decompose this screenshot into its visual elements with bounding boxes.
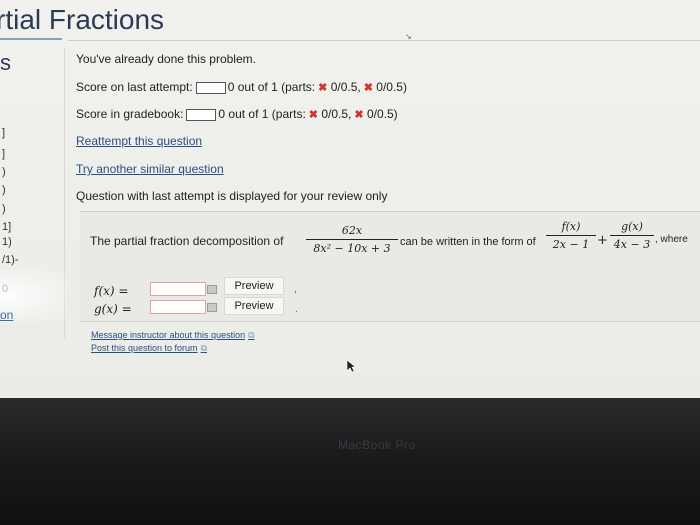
sidebar-item[interactable]: 1) <box>2 236 12 248</box>
question-middle: can be written in the form of <box>400 236 536 248</box>
g-numerator: g(x) <box>621 220 643 233</box>
separator-dot: , <box>294 284 297 295</box>
sidebar-rule <box>0 38 62 40</box>
sidebar-item[interactable]: ) <box>2 184 6 196</box>
sidebar-item[interactable]: ] <box>2 127 5 139</box>
g-fraction: g(x) 4x − 3 <box>610 220 654 251</box>
dust-mark: ↘ <box>405 32 412 41</box>
browser-screen: rtial Fractions s ] ] ) ) ) 1] 1) /1)- 0… <box>0 0 700 400</box>
last-attempt-value: 0 out of 1 (parts: <box>227 80 316 94</box>
message-instructor-label[interactable]: Message instructor about this question <box>91 330 245 340</box>
equation-editor-icon[interactable] <box>207 285 217 294</box>
main-numerator: 62x <box>341 224 363 237</box>
last-attempt-score: Score on last attempt: 0 out of 1 (parts:… <box>76 80 407 94</box>
g-answer-label: g(x) = <box>94 302 132 316</box>
gradebook-part1: 0/0.5, <box>321 107 352 121</box>
message-instructor-link[interactable]: Message instructor about this question ⧉ <box>91 330 255 341</box>
main-denominator: 8x² − 10x + 3 <box>306 239 398 255</box>
incorrect-icon: ✖ <box>354 109 364 121</box>
f-preview-button[interactable]: Preview <box>224 277 284 295</box>
f-denominator: 2x − 1 <box>546 235 596 251</box>
last-attempt-part1: 0/0.5, <box>330 80 361 94</box>
gradebook-value: 0 out of 1 (parts: <box>218 107 306 121</box>
bezel-label: MacBook Pro <box>338 438 416 452</box>
sidebar-item[interactable]: 1] <box>2 221 11 233</box>
reattempt-link[interactable]: Reattempt this question <box>76 134 202 148</box>
question-intro: The partial fraction decomposition of <box>90 234 284 248</box>
gradebook-label: Score in gradebook: <box>76 107 184 121</box>
review-note: Question with last attempt is displayed … <box>76 189 388 203</box>
f-answer-input[interactable] <box>150 282 206 296</box>
sidebar-item[interactable]: ] <box>2 148 5 160</box>
panel-divider <box>80 321 700 322</box>
f-numerator: f(x) <box>561 220 581 233</box>
main-fraction: 62x 8x² − 10x + 3 <box>306 224 398 255</box>
mouse-cursor-icon <box>346 359 356 373</box>
sidebar-item[interactable]: /1)- <box>2 254 19 266</box>
incorrect-icon: ✖ <box>308 109 319 121</box>
similar-question-link[interactable]: Try another similar question <box>76 162 224 176</box>
sidebar-heading: s <box>0 50 11 75</box>
separator-dot: . <box>295 304 298 315</box>
plus-sign: + <box>597 233 608 248</box>
sidebar-item[interactable]: ) <box>2 166 6 178</box>
equation-editor-icon[interactable] <box>207 303 217 312</box>
incorrect-icon: ✖ <box>363 82 373 94</box>
post-forum-link[interactable]: Post this question to forum ⧉ <box>91 343 207 354</box>
f-answer-label: f(x) = <box>94 284 129 298</box>
g-denominator: 4x − 3 <box>610 235 654 251</box>
incorrect-icon: ✖ <box>318 82 328 94</box>
already-done-message: You've already done this problem. <box>76 52 256 66</box>
sidebar-item[interactable]: 0 <box>2 283 8 295</box>
title-rule <box>68 40 700 41</box>
sidebar-item[interactable]: ) <box>2 203 6 215</box>
question-where: , where <box>655 234 688 245</box>
gradebook-score: Score in gradebook: 0 out of 1 (parts: ✖ 0… <box>76 107 398 121</box>
gradebook-part2: 0/0.5) <box>366 107 398 121</box>
g-preview-button[interactable]: Preview <box>224 297 284 315</box>
f-fraction: f(x) 2x − 1 <box>546 220 596 251</box>
external-link-icon: ⧉ <box>248 330 255 340</box>
g-answer-input[interactable] <box>150 300 206 314</box>
last-attempt-part2: 0/0.5) <box>376 80 407 94</box>
post-forum-label[interactable]: Post this question to forum <box>91 343 198 353</box>
score-bar <box>195 81 226 94</box>
page-title: rtial Fractions <box>0 4 165 35</box>
score-bar <box>186 108 217 121</box>
sidebar-link[interactable]: on <box>0 308 13 322</box>
laptop-bezel <box>0 398 700 525</box>
external-link-icon: ⧉ <box>200 343 207 353</box>
last-attempt-label: Score on last attempt: <box>76 80 193 94</box>
